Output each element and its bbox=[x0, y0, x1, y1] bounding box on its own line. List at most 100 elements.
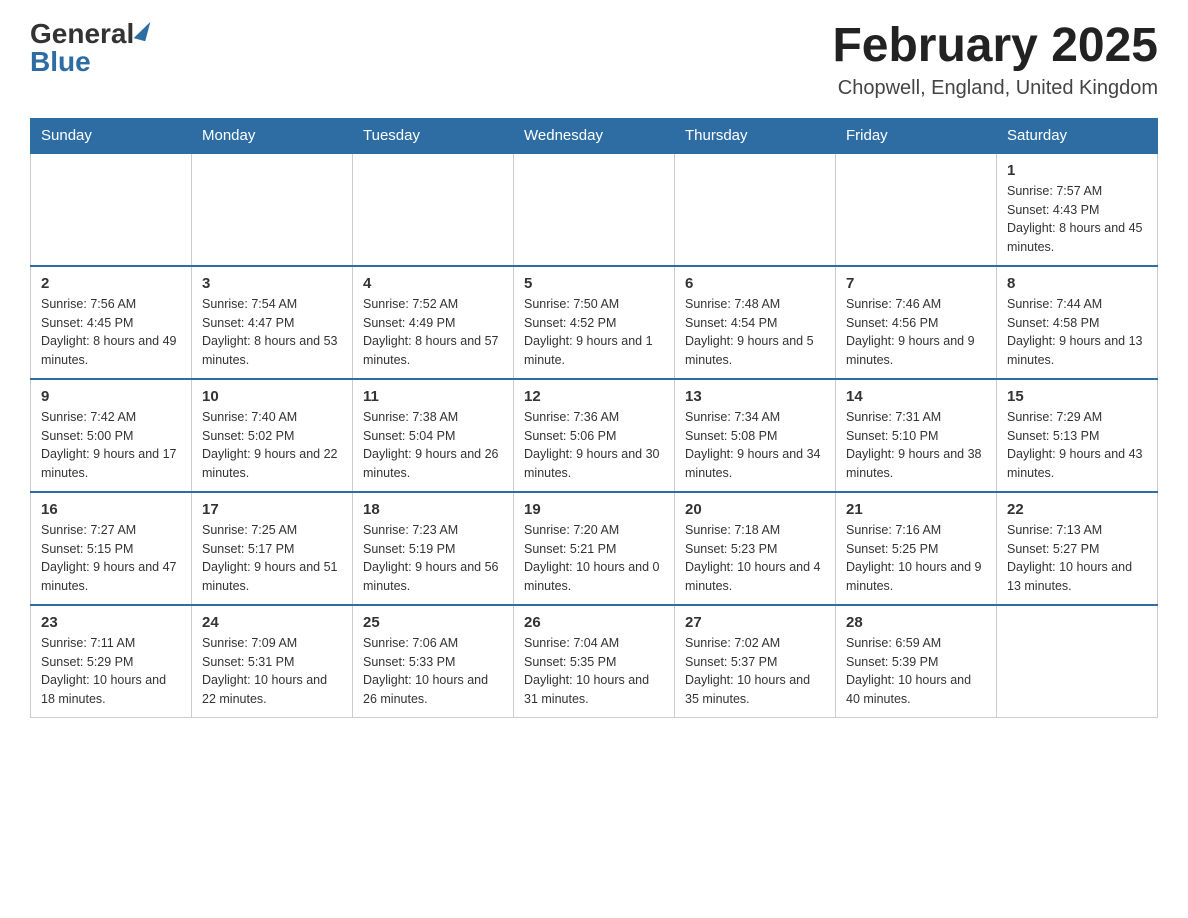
calendar-week-1: 1 Sunrise: 7:57 AMSunset: 4:43 PMDaylight… bbox=[31, 153, 1158, 266]
day-number: 27 bbox=[685, 614, 825, 631]
day-number: 1 bbox=[1007, 162, 1147, 179]
logo-blue-text: Blue bbox=[30, 48, 91, 76]
day-info: Sunrise: 7:56 AMSunset: 4:45 PMDaylight:… bbox=[41, 295, 181, 370]
day-info: Sunrise: 7:57 AMSunset: 4:43 PMDaylight:… bbox=[1007, 182, 1147, 257]
calendar-cell: 1 Sunrise: 7:57 AMSunset: 4:43 PMDaylight… bbox=[997, 153, 1158, 266]
day-number: 18 bbox=[363, 501, 503, 518]
calendar-week-2: 2 Sunrise: 7:56 AMSunset: 4:45 PMDaylight… bbox=[31, 266, 1158, 379]
day-number: 21 bbox=[846, 501, 986, 518]
day-number: 2 bbox=[41, 275, 181, 292]
day-number: 15 bbox=[1007, 388, 1147, 405]
day-info: Sunrise: 7:54 AMSunset: 4:47 PMDaylight:… bbox=[202, 295, 342, 370]
day-info: Sunrise: 7:09 AMSunset: 5:31 PMDaylight:… bbox=[202, 634, 342, 709]
calendar-cell: 8Sunrise: 7:44 AMSunset: 4:58 PMDaylight… bbox=[997, 266, 1158, 379]
calendar-cell: 23 Sunrise: 7:11 AMSunset: 5:29 PMDayligh… bbox=[31, 605, 192, 718]
day-number: 6 bbox=[685, 275, 825, 292]
day-info: Sunrise: 7:40 AMSunset: 5:02 PMDaylight:… bbox=[202, 408, 342, 483]
calendar-cell: 11 Sunrise: 7:38 AMSunset: 5:04 PMDayligh… bbox=[353, 379, 514, 492]
day-info: Sunrise: 7:42 AMSunset: 5:00 PMDaylight:… bbox=[41, 408, 181, 483]
day-number: 10 bbox=[202, 388, 342, 405]
calendar-cell: 17 Sunrise: 7:25 AMSunset: 5:17 PMDayligh… bbox=[192, 492, 353, 605]
day-info: Sunrise: 7:34 AMSunset: 5:08 PMDaylight:… bbox=[685, 408, 825, 483]
day-number: 7 bbox=[846, 275, 986, 292]
day-info: Sunrise: 7:18 AMSunset: 5:23 PMDaylight:… bbox=[685, 521, 825, 596]
day-info: Sunrise: 7:02 AMSunset: 5:37 PMDaylight:… bbox=[685, 634, 825, 709]
day-number: 19 bbox=[524, 501, 664, 518]
day-of-week-thursday: Thursday bbox=[675, 118, 836, 153]
calendar-cell: 5 Sunrise: 7:50 AMSunset: 4:52 PMDaylight… bbox=[514, 266, 675, 379]
logo-general-text: General bbox=[30, 20, 134, 48]
day-of-week-tuesday: Tuesday bbox=[353, 118, 514, 153]
day-number: 20 bbox=[685, 501, 825, 518]
calendar-cell bbox=[31, 153, 192, 266]
calendar-week-5: 23 Sunrise: 7:11 AMSunset: 5:29 PMDayligh… bbox=[31, 605, 1158, 718]
day-number: 22 bbox=[1007, 501, 1147, 518]
day-info: Sunrise: 7:29 AMSunset: 5:13 PMDaylight:… bbox=[1007, 408, 1147, 483]
calendar-cell: 7 Sunrise: 7:46 AMSunset: 4:56 PMDaylight… bbox=[836, 266, 997, 379]
day-number: 12 bbox=[524, 388, 664, 405]
calendar-cell: 6 Sunrise: 7:48 AMSunset: 4:54 PMDaylight… bbox=[675, 266, 836, 379]
day-number: 11 bbox=[363, 388, 503, 405]
day-number: 17 bbox=[202, 501, 342, 518]
calendar-table: SundayMondayTuesdayWednesdayThursdayFrid… bbox=[30, 118, 1158, 718]
day-number: 13 bbox=[685, 388, 825, 405]
day-info: Sunrise: 7:48 AMSunset: 4:54 PMDaylight:… bbox=[685, 295, 825, 370]
day-info: Sunrise: 7:50 AMSunset: 4:52 PMDaylight:… bbox=[524, 295, 664, 370]
calendar-cell bbox=[836, 153, 997, 266]
day-info: Sunrise: 7:04 AMSunset: 5:35 PMDaylight:… bbox=[524, 634, 664, 709]
day-info: Sunrise: 7:23 AMSunset: 5:19 PMDaylight:… bbox=[363, 521, 503, 596]
day-number: 25 bbox=[363, 614, 503, 631]
calendar-cell: 14Sunrise: 7:31 AMSunset: 5:10 PMDayligh… bbox=[836, 379, 997, 492]
day-info: Sunrise: 7:11 AMSunset: 5:29 PMDaylight:… bbox=[41, 634, 181, 709]
calendar-cell: 27 Sunrise: 7:02 AMSunset: 5:37 PMDayligh… bbox=[675, 605, 836, 718]
day-info: Sunrise: 7:36 AMSunset: 5:06 PMDaylight:… bbox=[524, 408, 664, 483]
calendar-cell: 4 Sunrise: 7:52 AMSunset: 4:49 PMDaylight… bbox=[353, 266, 514, 379]
day-number: 8 bbox=[1007, 275, 1147, 292]
day-info: Sunrise: 7:06 AMSunset: 5:33 PMDaylight:… bbox=[363, 634, 503, 709]
calendar-cell bbox=[997, 605, 1158, 718]
page-header: General Blue February 2025 Chopwell, Eng… bbox=[30, 20, 1158, 100]
day-of-week-friday: Friday bbox=[836, 118, 997, 153]
calendar-cell: 2 Sunrise: 7:56 AMSunset: 4:45 PMDaylight… bbox=[31, 266, 192, 379]
calendar-cell bbox=[675, 153, 836, 266]
logo: General Blue bbox=[30, 20, 148, 76]
day-number: 23 bbox=[41, 614, 181, 631]
day-number: 9 bbox=[41, 388, 181, 405]
day-info: Sunrise: 7:52 AMSunset: 4:49 PMDaylight:… bbox=[363, 295, 503, 370]
day-number: 28 bbox=[846, 614, 986, 631]
calendar-header: SundayMondayTuesdayWednesdayThursdayFrid… bbox=[31, 118, 1158, 153]
day-of-week-saturday: Saturday bbox=[997, 118, 1158, 153]
calendar-body: 1 Sunrise: 7:57 AMSunset: 4:43 PMDaylight… bbox=[31, 153, 1158, 718]
day-info: Sunrise: 7:20 AMSunset: 5:21 PMDaylight:… bbox=[524, 521, 664, 596]
day-info: Sunrise: 7:25 AMSunset: 5:17 PMDaylight:… bbox=[202, 521, 342, 596]
calendar-cell: 20 Sunrise: 7:18 AMSunset: 5:23 PMDayligh… bbox=[675, 492, 836, 605]
day-number: 5 bbox=[524, 275, 664, 292]
day-info: Sunrise: 7:31 AMSunset: 5:10 PMDaylight:… bbox=[846, 408, 986, 483]
calendar-cell bbox=[192, 153, 353, 266]
day-number: 3 bbox=[202, 275, 342, 292]
month-title: February 2025 bbox=[832, 20, 1158, 73]
day-info: Sunrise: 7:38 AMSunset: 5:04 PMDaylight:… bbox=[363, 408, 503, 483]
calendar-cell: 25 Sunrise: 7:06 AMSunset: 5:33 PMDayligh… bbox=[353, 605, 514, 718]
calendar-cell: 12 Sunrise: 7:36 AMSunset: 5:06 PMDayligh… bbox=[514, 379, 675, 492]
day-info: Sunrise: 6:59 AMSunset: 5:39 PMDaylight:… bbox=[846, 634, 986, 709]
calendar-week-4: 16Sunrise: 7:27 AMSunset: 5:15 PMDayligh… bbox=[31, 492, 1158, 605]
calendar-cell: 24 Sunrise: 7:09 AMSunset: 5:31 PMDayligh… bbox=[192, 605, 353, 718]
calendar-cell: 16Sunrise: 7:27 AMSunset: 5:15 PMDayligh… bbox=[31, 492, 192, 605]
calendar-cell: 15 Sunrise: 7:29 AMSunset: 5:13 PMDayligh… bbox=[997, 379, 1158, 492]
day-number: 24 bbox=[202, 614, 342, 631]
day-info: Sunrise: 7:46 AMSunset: 4:56 PMDaylight:… bbox=[846, 295, 986, 370]
calendar-cell: 10 Sunrise: 7:40 AMSunset: 5:02 PMDayligh… bbox=[192, 379, 353, 492]
logo-arrow-icon bbox=[134, 19, 151, 41]
calendar-cell: 13 Sunrise: 7:34 AMSunset: 5:08 PMDayligh… bbox=[675, 379, 836, 492]
day-number: 16 bbox=[41, 501, 181, 518]
location-subtitle: Chopwell, England, United Kingdom bbox=[832, 77, 1158, 100]
calendar-cell: 22Sunrise: 7:13 AMSunset: 5:27 PMDayligh… bbox=[997, 492, 1158, 605]
calendar-cell: 18 Sunrise: 7:23 AMSunset: 5:19 PMDayligh… bbox=[353, 492, 514, 605]
calendar-cell: 3 Sunrise: 7:54 AMSunset: 4:47 PMDaylight… bbox=[192, 266, 353, 379]
day-of-week-wednesday: Wednesday bbox=[514, 118, 675, 153]
calendar-cell: 28 Sunrise: 6:59 AMSunset: 5:39 PMDayligh… bbox=[836, 605, 997, 718]
day-number: 4 bbox=[363, 275, 503, 292]
calendar-cell bbox=[353, 153, 514, 266]
day-of-week-sunday: Sunday bbox=[31, 118, 192, 153]
